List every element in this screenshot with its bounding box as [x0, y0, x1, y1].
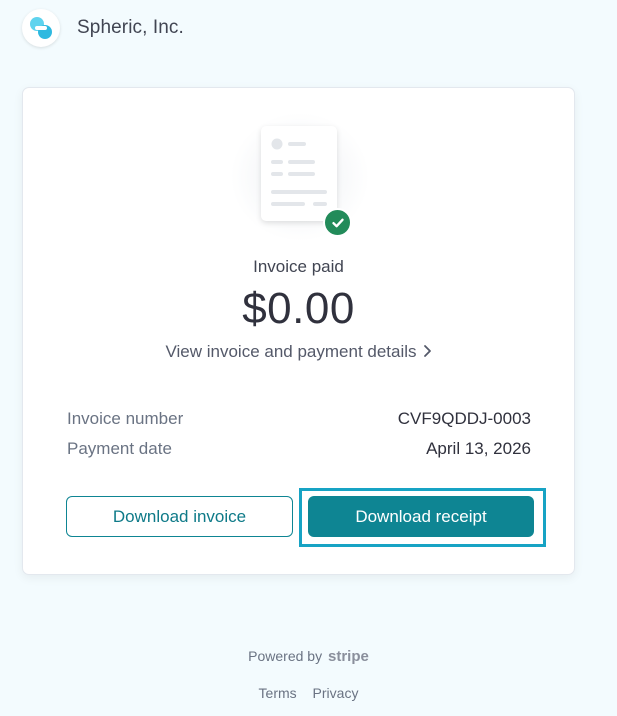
spheric-logo-icon — [22, 9, 60, 47]
invoice-number-label: Invoice number — [67, 409, 184, 428]
company-name: Spheric, Inc. — [77, 17, 184, 38]
view-details-label: View invoice and payment details — [165, 342, 417, 361]
invoice-card: Invoice paid $0.00 View invoice and paym… — [22, 87, 575, 575]
privacy-link[interactable]: Privacy — [313, 685, 359, 701]
powered-by: Powered by stripe — [0, 648, 617, 665]
invoice-number-row: Invoice number CVF9QDDJ-0003 — [67, 409, 531, 429]
invoice-amount: $0.00 — [242, 284, 355, 333]
header: Spheric, Inc. — [22, 8, 184, 48]
invoice-status: Invoice paid — [253, 257, 344, 276]
invoice-document-icon — [230, 112, 370, 242]
invoice-number-value: CVF9QDDJ-0003 — [397, 409, 531, 428]
check-circle-icon — [323, 208, 352, 237]
view-details-link[interactable]: View invoice and payment details — [23, 342, 574, 363]
download-invoice-button[interactable]: Download invoice — [66, 496, 293, 537]
stripe-logo[interactable]: stripe — [328, 648, 369, 665]
payment-date-row: Payment date April 13, 2026 — [67, 439, 531, 459]
footer-links: Terms Privacy — [0, 685, 617, 701]
powered-by-label: Powered by — [248, 648, 323, 664]
terms-link[interactable]: Terms — [259, 685, 297, 701]
chevron-right-icon — [423, 343, 432, 363]
payment-date-label: Payment date — [67, 439, 172, 458]
download-receipt-button[interactable]: Download receipt — [308, 496, 534, 537]
payment-date-value: April 13, 2026 — [426, 439, 531, 458]
